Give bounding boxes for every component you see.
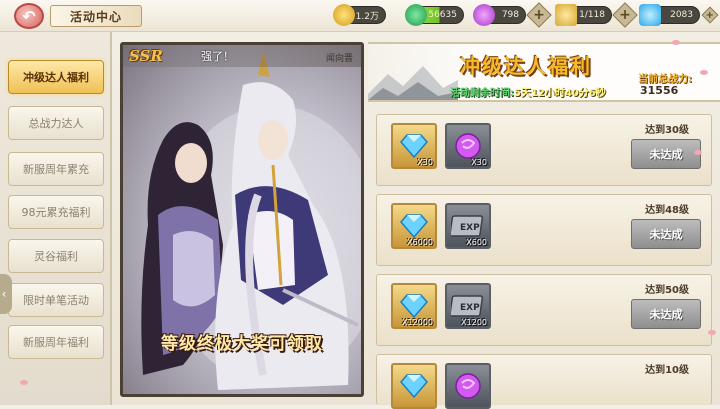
claim-status-button[interactable]: 未达成 bbox=[631, 139, 701, 169]
event-timer: 活动剩余时间:5天12小时40分6秒 bbox=[450, 84, 606, 99]
tab-label: 98元累充福利 bbox=[21, 206, 91, 219]
claim-status-button[interactable]: 未达成 bbox=[631, 219, 701, 249]
reward-row: X12000 EXP X1200 达到50级 未达成 bbox=[376, 274, 712, 346]
reward-row: X30 X30 达到30级 未达成 bbox=[376, 114, 712, 186]
item-quantity: X12000 bbox=[402, 318, 433, 327]
add-stamina-button[interactable]: + bbox=[612, 2, 638, 28]
item-quantity: X30 bbox=[417, 158, 433, 167]
activity-sidebar: 冲级达人福利 总战力达人 新服周年累充 98元累充福利 灵谷福利 限时单笔活动 … bbox=[0, 32, 112, 405]
ssr-badge: SSR bbox=[129, 47, 163, 65]
reward-item-diamond[interactable]: X30 bbox=[391, 123, 437, 169]
tab-label: 总战力达人 bbox=[28, 117, 84, 130]
diamond-icon bbox=[639, 4, 661, 26]
tab-single-recharge[interactable]: 限时单笔活动 bbox=[8, 283, 104, 317]
diamond-icon bbox=[400, 374, 428, 399]
tab-label: 新服周年福利 bbox=[23, 336, 89, 349]
level-requirement: 达到10级 bbox=[645, 365, 689, 376]
timer-value: 5天12小时40分6秒 bbox=[514, 88, 606, 99]
tab-98-recharge[interactable]: 98元累充福利 bbox=[8, 195, 104, 229]
petal-decoration bbox=[694, 150, 702, 155]
level-requirement: 达到30级 bbox=[645, 125, 689, 136]
tab-spirit-valley[interactable]: 灵谷福利 bbox=[8, 239, 104, 273]
hero-caption: 强了！ bbox=[201, 50, 234, 63]
plus-icon: + bbox=[705, 9, 714, 21]
tab-anniversary-recharge[interactable]: 新服周年累充 bbox=[8, 152, 104, 186]
event-title: 冲级达人福利 bbox=[460, 54, 592, 78]
level-requirement: 达到48级 bbox=[645, 205, 689, 216]
gold-counter: 1.2万 bbox=[333, 4, 386, 26]
reward-item-diamond[interactable]: X12000 bbox=[391, 283, 437, 329]
purple-orb-icon bbox=[473, 4, 495, 26]
back-button[interactable]: ↶ bbox=[14, 3, 44, 29]
petal-decoration bbox=[708, 330, 716, 335]
tab-label: 新服周年累充 bbox=[23, 163, 89, 176]
sidebar-expand-handle[interactable]: ‹ bbox=[0, 274, 12, 314]
power-label: 当前总战力: bbox=[638, 74, 692, 85]
diamond-value: 2083 bbox=[670, 10, 693, 20]
chevron-left-icon: ‹ bbox=[1, 287, 7, 301]
event-header: 冲级达人福利 活动剩余时间:5天12小时40分6秒 当前总战力: 31556 bbox=[368, 42, 720, 102]
item-quantity: X1200 bbox=[461, 318, 487, 327]
power-value: 31556 bbox=[640, 84, 679, 97]
petal-decoration bbox=[20, 380, 28, 385]
svg-text:EXP: EXP bbox=[460, 223, 480, 233]
tab-label: 冲级达人福利 bbox=[23, 71, 89, 84]
gold-coin-icon bbox=[333, 4, 355, 26]
reward-item-diamond[interactable] bbox=[391, 363, 437, 409]
reward-row: X6000 EXP X600 达到48级 未达成 bbox=[376, 194, 712, 266]
item-quantity: X30 bbox=[471, 158, 487, 167]
exp-card-icon: EXP bbox=[451, 215, 484, 237]
top-bar: ↶ 活动中心 1.2万 56635 798 + 1/118 + 2083 + bbox=[0, 0, 720, 32]
back-arrow-icon: ↶ bbox=[22, 6, 36, 26]
stamina-icon bbox=[555, 4, 577, 26]
diamond-counter: 2083 bbox=[639, 4, 700, 26]
hero-promo-title: 等级终极大奖可领取 bbox=[161, 334, 323, 354]
jade-icon bbox=[405, 4, 427, 26]
plus-icon: + bbox=[533, 7, 545, 23]
item-quantity: X6000 bbox=[407, 238, 433, 247]
reward-item-diamond[interactable]: X6000 bbox=[391, 203, 437, 249]
petal-decoration bbox=[672, 40, 680, 45]
ink-landscape-decoration bbox=[368, 66, 458, 100]
svg-text:EXP: EXP bbox=[460, 303, 480, 313]
purple-orb-counter: 798 bbox=[473, 4, 526, 26]
tab-level-up-bonus[interactable]: 冲级达人福利 bbox=[8, 60, 104, 94]
reward-item-exp-card[interactable]: EXP X600 bbox=[445, 203, 491, 249]
hero-illustration-panel: SSR 强了！ 闻向晋 等级终极大奖可领取 bbox=[120, 42, 364, 397]
purple-orb-value: 798 bbox=[501, 10, 519, 20]
level-requirement: 达到50级 bbox=[645, 285, 689, 296]
gold-value: 1.2万 bbox=[355, 11, 379, 22]
page-title: 活动中心 bbox=[50, 5, 142, 27]
diamond-icon bbox=[400, 214, 428, 239]
tab-total-power[interactable]: 总战力达人 bbox=[8, 106, 104, 140]
diamond-icon bbox=[400, 134, 428, 159]
tab-label: 灵谷福利 bbox=[34, 250, 78, 263]
claim-status-button[interactable]: 未达成 bbox=[631, 299, 701, 329]
petal-decoration bbox=[700, 70, 708, 75]
reward-item-purple-orb[interactable] bbox=[445, 363, 491, 409]
add-resource-button[interactable]: + bbox=[526, 2, 552, 28]
timer-label: 活动剩余时间: bbox=[450, 88, 514, 99]
tab-label: 限时单笔活动 bbox=[23, 294, 89, 307]
hero-character-name: 闻向晋 bbox=[325, 54, 353, 64]
tab-anniversary-bonus[interactable]: 新服周年福利 bbox=[8, 325, 104, 359]
item-quantity: X600 bbox=[466, 238, 487, 247]
diamond-icon bbox=[400, 294, 428, 319]
purple-orb-icon bbox=[455, 133, 481, 159]
stamina-counter: 1/118 bbox=[555, 4, 612, 26]
jade-value: 56635 bbox=[428, 10, 457, 20]
plus-icon: + bbox=[619, 7, 631, 23]
reward-row: 达到10级 bbox=[376, 354, 712, 409]
add-diamond-button[interactable]: + bbox=[701, 6, 719, 24]
purple-orb-icon bbox=[455, 373, 481, 399]
jade-counter: 56635 bbox=[405, 4, 464, 26]
exp-card-icon: EXP bbox=[451, 295, 484, 317]
reward-item-exp-card[interactable]: EXP X1200 bbox=[445, 283, 491, 329]
stamina-value: 1/118 bbox=[579, 10, 605, 20]
reward-item-purple-orb[interactable]: X30 bbox=[445, 123, 491, 169]
